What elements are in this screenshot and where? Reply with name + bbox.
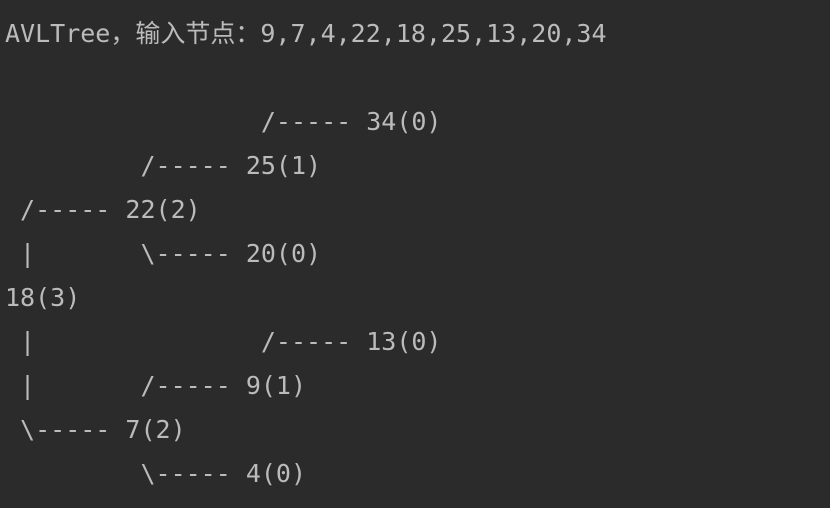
header-line: AVLTree，输入节点：9,7,4,22,18,25,13,20,34 [5, 19, 607, 48]
tree-line-node-25: /----- 25(1) [5, 151, 322, 180]
tree-line-root-18: 18(3) [5, 283, 81, 312]
console-output: AVLTree，输入节点：9,7,4,22,18,25,13,20,34 /--… [0, 0, 830, 508]
tree-line-node-34: /----- 34(0) [5, 107, 442, 136]
tree-line-node-9: | /----- 9(1) [5, 371, 307, 400]
tree-line-node-20: | \----- 20(0) [5, 239, 322, 268]
tree-line-node-7: \----- 7(2) [5, 415, 186, 444]
tree-line-node-13: | /----- 13(0) [5, 327, 442, 356]
tree-line-node-4: \----- 4(0) [5, 459, 307, 488]
tree-line-node-22: /----- 22(2) [5, 195, 201, 224]
